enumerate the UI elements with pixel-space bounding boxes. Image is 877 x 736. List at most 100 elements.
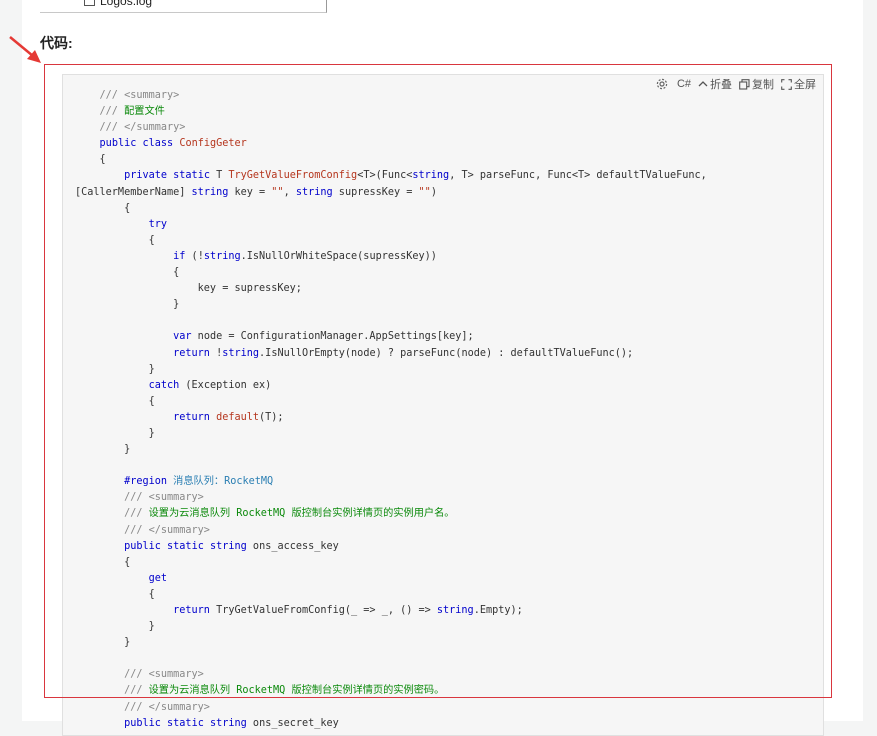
code-token: } — [75, 444, 131, 456]
file-icon — [84, 0, 95, 6]
code-line: } — [75, 619, 707, 635]
code-token: get — [148, 572, 168, 584]
code-token: { — [75, 556, 131, 568]
code-line: catch (Exception ex) — [75, 378, 707, 394]
code-token: static — [173, 170, 210, 182]
code-token: .Empty); — [473, 605, 523, 616]
fullscreen-label: 全屏 — [794, 79, 816, 91]
code-token: 配置文件 — [124, 106, 165, 118]
code-line: } — [75, 362, 707, 378]
code-token: 设置为云消息队列 RocketMQ 版控制台实例详情页的实例用户名。 — [148, 508, 455, 520]
code-token: /// <summary> — [75, 669, 204, 681]
code-line: } — [75, 635, 707, 651]
code-token: (! — [185, 250, 204, 262]
code-token: class — [142, 138, 174, 150]
code-token: if — [173, 250, 186, 262]
code-token: supressKey = — [332, 186, 419, 198]
code-line: } — [75, 426, 707, 442]
code-token: var — [173, 331, 192, 343]
chevron-up-icon — [698, 81, 708, 87]
code-line: /// </summary> — [75, 523, 707, 539]
code-token: /// — [75, 685, 149, 697]
code-token: ons_access_key — [246, 540, 339, 552]
code-token: public — [124, 540, 161, 552]
code-line: private static T TryGetValueFromConfig<T… — [75, 168, 707, 184]
code-line: if (!string.IsNullOrWhiteSpace(supressKe… — [75, 249, 707, 265]
file-tree-box: Logos.log — [40, 0, 327, 13]
collapse-label: 折叠 — [710, 79, 732, 91]
code-token: private — [124, 170, 168, 182]
code-line: /// <summary> — [75, 667, 707, 683]
code-token: } — [75, 363, 155, 375]
code-token: (T); — [259, 411, 284, 423]
code-line: { — [75, 201, 707, 217]
code-content: /// <summary> /// 配置文件 /// </summary> pu… — [75, 88, 707, 732]
code-token: string — [412, 170, 450, 182]
code-line: /// <summary> — [75, 88, 707, 104]
code-token: #region — [124, 476, 168, 488]
code-line: /// <summary> — [75, 490, 707, 506]
code-token: { — [75, 154, 106, 166]
code-token: ons_secret_key — [246, 717, 339, 729]
code-token: 设置为云消息队列 RocketMQ 版控制台实例详情页的实例密码。 — [148, 685, 445, 697]
code-token: /// </summary> — [75, 524, 210, 536]
code-token: string — [209, 717, 247, 729]
code-token: string — [436, 605, 474, 616]
file-tree-item[interactable]: Logos.log — [84, 0, 152, 8]
copy-button[interactable]: 复制 — [739, 76, 774, 92]
code-token: } — [75, 637, 131, 649]
code-token: , T> parseFunc, Func<T> defaultTValueFun… — [449, 170, 707, 182]
code-token: public — [99, 138, 137, 150]
code-line: /// 设置为云消息队列 RocketMQ 版控制台实例详情页的实例用户名。 — [75, 506, 707, 522]
fullscreen-button[interactable]: 全屏 — [781, 76, 816, 92]
code-token: } — [75, 427, 155, 439]
code-line: get — [75, 571, 707, 587]
code-line: /// </summary> — [75, 120, 707, 136]
code-token: return — [173, 605, 210, 616]
section-heading: 代码: — [40, 35, 73, 51]
code-token: } — [75, 621, 155, 633]
code-token: { — [75, 202, 131, 214]
code-line: return !string.IsNullOrEmpty(node) ? par… — [75, 346, 707, 362]
file-tree-item-label: Logos.log — [100, 0, 153, 8]
code-line: { — [75, 152, 707, 168]
code-line: public static string ons_secret_key — [75, 716, 707, 732]
code-token: .IsNullOrWhiteSpace(supressKey)) — [240, 250, 437, 262]
code-token: ! — [209, 347, 223, 359]
code-token: "" — [418, 186, 431, 198]
code-token: { — [75, 588, 155, 600]
code-token: string — [209, 540, 247, 552]
code-token: (Exception ex) — [179, 379, 272, 391]
code-line: { — [75, 394, 707, 410]
copy-label: 复制 — [752, 79, 774, 91]
code-token: ) — [430, 186, 437, 198]
code-token: /// <summary> — [75, 492, 204, 504]
code-line: /// 设置为云消息队列 RocketMQ 版控制台实例详情页的实例密码。 — [75, 683, 707, 699]
code-token: return — [173, 411, 210, 423]
code-token: try — [148, 218, 168, 230]
code-token: /// — [75, 106, 125, 118]
code-token: "" — [271, 186, 284, 198]
code-token: string — [203, 250, 241, 262]
code-token: } — [75, 299, 180, 311]
code-line: try — [75, 217, 707, 233]
code-token: TryGetValueFromConfig(_ => _, () => — [209, 605, 437, 616]
code-line: /// 配置文件 — [75, 104, 707, 120]
code-token: { — [75, 395, 155, 407]
code-line: return TryGetValueFromConfig(_ => _, () … — [75, 603, 707, 619]
code-token: T — [209, 170, 229, 182]
code-line: { — [75, 233, 707, 249]
code-token: static — [167, 717, 204, 729]
code-token: catch — [148, 379, 180, 391]
code-token: , — [283, 186, 296, 198]
